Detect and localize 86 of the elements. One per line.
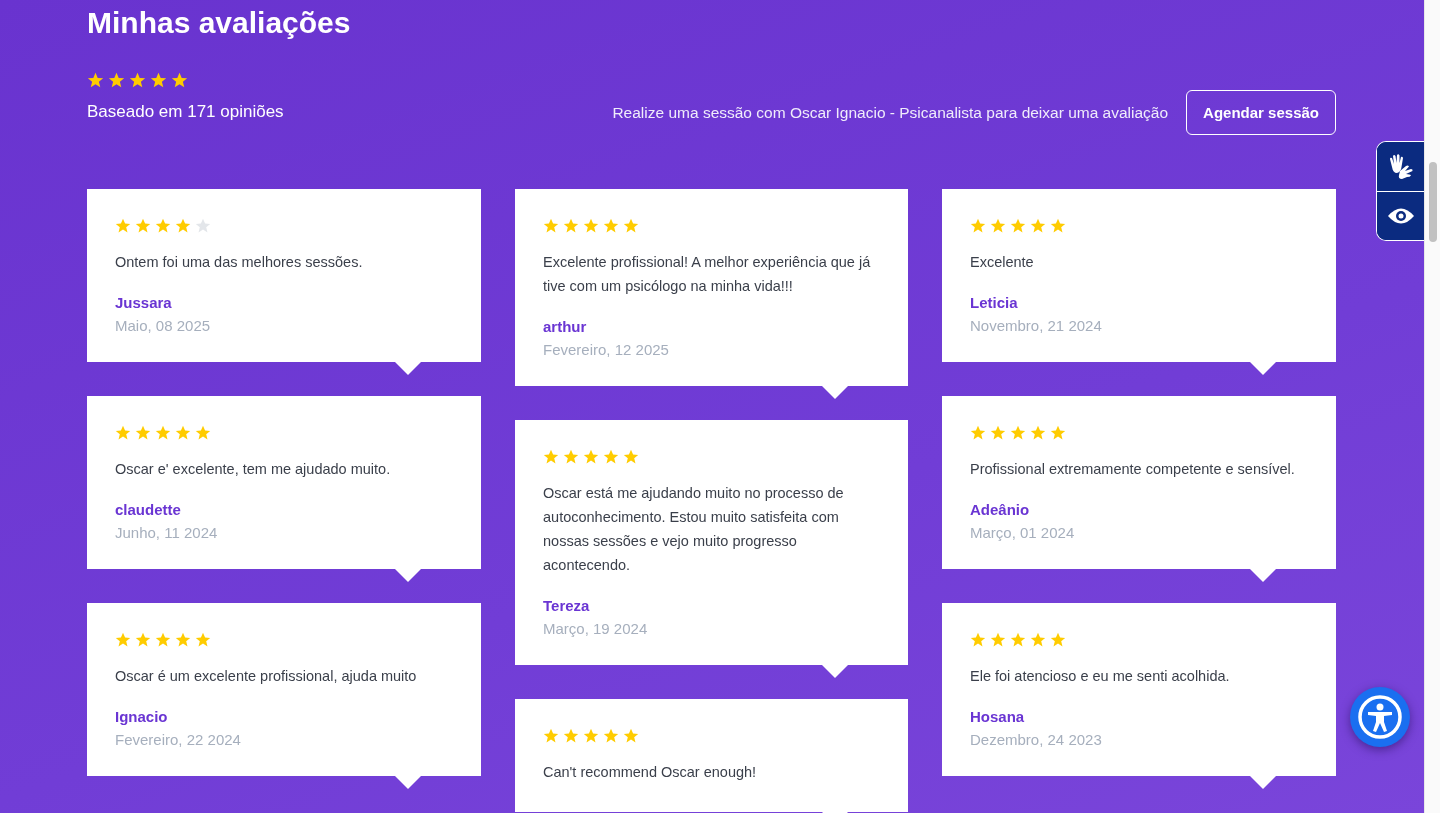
filled-star-icon <box>990 425 1006 441</box>
filled-star-icon <box>563 449 579 465</box>
filled-star-icon <box>155 632 171 648</box>
hands-icon <box>1388 152 1414 181</box>
filled-star-icon <box>87 72 104 89</box>
filled-star-icon <box>1030 425 1046 441</box>
filled-star-icon <box>583 728 599 744</box>
review-date: Março, 19 2024 <box>543 620 649 637</box>
scrollbar[interactable] <box>1424 0 1440 813</box>
filled-star-icon <box>1010 218 1026 234</box>
filled-star-icon <box>623 218 639 234</box>
filled-star-icon <box>990 218 1006 234</box>
filled-star-icon <box>623 449 639 465</box>
reviewer-name: arthur <box>543 318 588 335</box>
page-title: Minhas avaliações <box>87 5 352 41</box>
schedule-session-button[interactable]: Agendar sessão <box>1186 90 1336 135</box>
accessibility-icon <box>1357 694 1403 740</box>
filled-star-icon <box>1030 218 1046 234</box>
review-date: Março, 01 2024 <box>970 524 1076 541</box>
filled-star-icon <box>115 425 131 441</box>
review-text: Oscar está me ajudando muito no processo de autoconhecimento. Estou muito satisfeita com nossas sessões e vejo muito progresso acontecendo. <box>543 484 845 575</box>
filled-star-icon <box>603 728 619 744</box>
review-date: Dezembro, 24 2023 <box>970 731 1103 748</box>
filled-star-icon <box>603 218 619 234</box>
scrollbar-thumb[interactable] <box>1428 162 1437 242</box>
filled-star-icon <box>543 728 559 744</box>
filled-star-icon <box>543 449 559 465</box>
empty-star-icon <box>195 218 211 234</box>
rating-summary: Baseado em 171 opiniões <box>87 102 284 122</box>
filled-star-icon <box>583 218 599 234</box>
filled-star-icon <box>135 632 151 648</box>
reviewer-name: Hosana <box>970 708 1026 725</box>
filled-star-icon <box>115 632 131 648</box>
filled-star-icon <box>1050 425 1066 441</box>
filled-star-icon <box>155 425 171 441</box>
filled-star-icon <box>195 425 211 441</box>
filled-star-icon <box>990 632 1006 648</box>
review-date: Junho, 11 2024 <box>115 524 219 541</box>
review-date: Fevereiro, 22 2024 <box>115 731 242 748</box>
filled-star-icon <box>583 449 599 465</box>
review-text: Excelente <box>970 253 1035 272</box>
filled-star-icon <box>1050 218 1066 234</box>
filled-star-icon <box>108 72 125 89</box>
accessibility-button[interactable] <box>1350 687 1410 747</box>
review-date: Fevereiro, 12 2025 <box>543 341 670 358</box>
review-text: Ontem foi uma das melhores sessões. <box>115 253 364 272</box>
reviewer-name: Ignacio <box>115 708 169 725</box>
filled-star-icon <box>135 425 151 441</box>
reviewer-name: Tereza <box>543 597 591 614</box>
filled-star-icon <box>150 72 167 89</box>
filled-star-icon <box>1030 632 1046 648</box>
filled-star-icon <box>563 728 579 744</box>
eye-icon <box>1387 207 1415 225</box>
cta-text: Realize uma sessão com Oscar Ignacio - Psicanalista para deixar uma avaliação <box>612 103 1169 122</box>
review-date: Maio, 08 2025 <box>115 317 212 334</box>
review-text: Ele foi atencioso e eu me senti acolhida. <box>970 667 1231 686</box>
filled-star-icon <box>195 632 211 648</box>
eye-button[interactable] <box>1377 191 1425 240</box>
filled-star-icon <box>155 218 171 234</box>
filled-star-icon <box>135 218 151 234</box>
filled-star-icon <box>543 218 559 234</box>
reviewer-name: claudette <box>115 501 182 518</box>
filled-star-icon <box>175 218 191 234</box>
reviewer-name: Adeânio <box>970 501 1031 518</box>
review-text: Profissional extremamente competente e sensível. <box>970 460 1296 479</box>
review-text: Excelente profissional! A melhor experiência que já tive com um psicólogo na minha vida!!! <box>543 253 872 296</box>
filled-star-icon <box>970 218 986 234</box>
filled-star-icon <box>970 425 986 441</box>
filled-star-icon <box>970 632 986 648</box>
filled-star-icon <box>171 72 188 89</box>
filled-star-icon <box>1010 425 1026 441</box>
review-text: Can't recommend Oscar enough! <box>543 763 758 782</box>
reviewer-name: Jussara <box>115 294 173 311</box>
reviewer-name: Leticia <box>970 294 1019 311</box>
filled-star-icon <box>115 218 131 234</box>
review-text: Oscar é um excelente profissional, ajuda muito <box>115 667 418 686</box>
review-date: Novembro, 21 2024 <box>970 317 1103 334</box>
review-text: Oscar e' excelente, tem me ajudado muito. <box>115 460 392 479</box>
filled-star-icon <box>129 72 146 89</box>
filled-star-icon <box>175 632 191 648</box>
filled-star-icon <box>603 449 619 465</box>
filled-star-icon <box>1010 632 1026 648</box>
filled-star-icon <box>563 218 579 234</box>
filled-star-icon <box>623 728 639 744</box>
filled-star-icon <box>1050 632 1066 648</box>
filled-star-icon <box>175 425 191 441</box>
